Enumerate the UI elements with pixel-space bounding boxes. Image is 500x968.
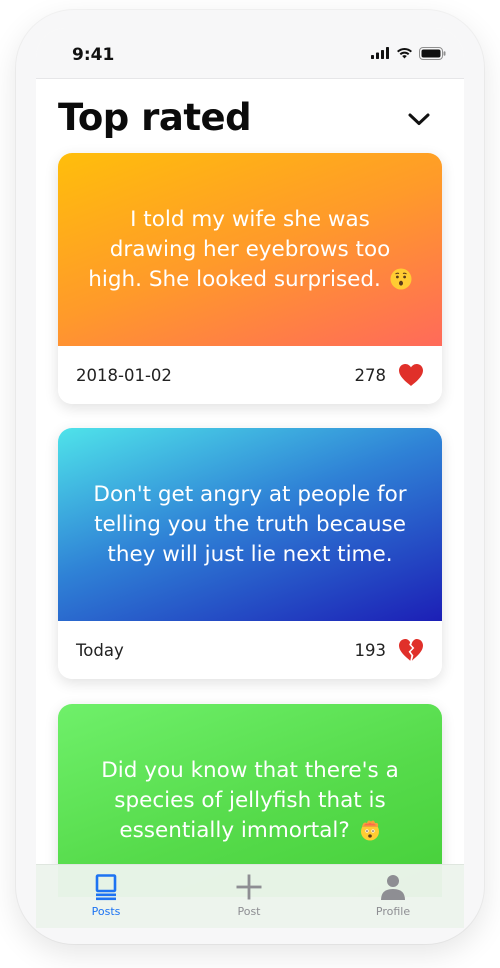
posts-icon <box>95 874 117 901</box>
app-screen: 9:41 Top rated I told my wife she was dr… <box>36 28 464 928</box>
tab-post-label: Post <box>237 905 261 918</box>
tab-profile-label: Profile <box>375 905 411 918</box>
tab-posts-label: Posts <box>91 905 121 918</box>
post-card-body: I told my wife she was drawing her eyebr… <box>58 153 442 346</box>
post-card[interactable]: Don't get angry at people for telling yo… <box>58 428 442 679</box>
post-date: Today <box>76 641 124 660</box>
status-bar: 9:41 <box>36 28 464 79</box>
like-count: 193 <box>354 641 387 660</box>
post-card-body: Don't get angry at people for telling yo… <box>58 428 442 621</box>
plus-icon <box>236 874 262 900</box>
page-title: Top rated <box>58 96 252 139</box>
post-text: Don't get angry at people for telling yo… <box>93 481 407 567</box>
broken-heart-icon[interactable] <box>398 638 424 662</box>
post-date: 2018-01-02 <box>76 366 172 385</box>
red-heart-icon[interactable] <box>398 363 424 387</box>
page-header: Top rated <box>36 94 464 150</box>
like-count: 278 <box>354 366 387 385</box>
tab-bar: Posts Post Profile <box>36 864 464 928</box>
post-text: Did you know that there's a species of j… <box>101 757 399 843</box>
tab-posts[interactable]: Posts <box>61 873 151 925</box>
status-icons <box>371 46 446 60</box>
post-text: I told my wife she was drawing her eyebr… <box>88 206 391 292</box>
post-card[interactable]: I told my wife she was drawing her eyebr… <box>58 153 442 404</box>
person-icon <box>381 875 405 900</box>
tab-profile[interactable]: Profile <box>348 873 438 925</box>
battery-icon <box>419 46 446 60</box>
chevron-down-icon[interactable] <box>406 106 432 132</box>
exploding-head-emoji <box>360 820 379 840</box>
wifi-icon <box>397 47 412 59</box>
post-card-footer: 2018-01-02 278 <box>58 346 442 404</box>
tab-post[interactable]: Post <box>204 873 294 925</box>
post-card-footer: Today 193 <box>58 621 442 679</box>
signal-icon <box>371 47 389 59</box>
status-time: 9:41 <box>72 45 115 65</box>
hushed-face-emoji <box>390 268 412 289</box>
